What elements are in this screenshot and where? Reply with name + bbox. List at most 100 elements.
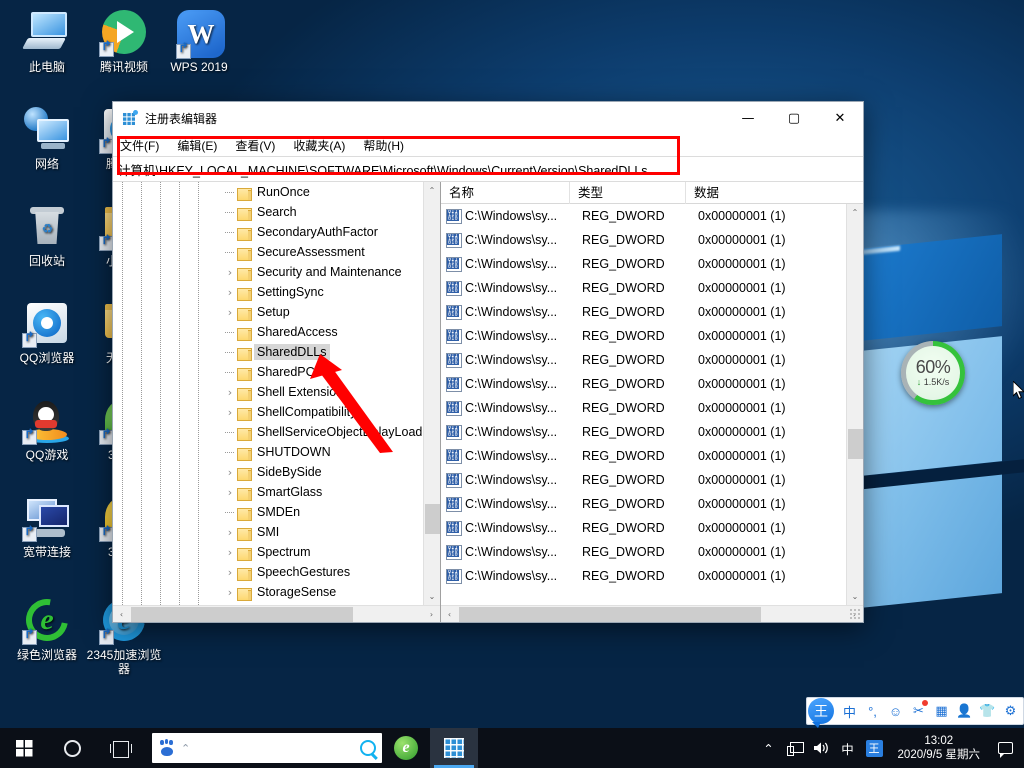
values-hscrollbar-thumb[interactable]: [459, 607, 761, 622]
menu-bar[interactable]: 文件(F) 编辑(E) 查看(V) 收藏夹(A) 帮助(H): [113, 134, 863, 156]
column-header-data[interactable]: 数据: [685, 182, 863, 204]
values-scroll-left-button[interactable]: ‹: [441, 606, 458, 623]
tree-item-smden[interactable]: SMDEn: [113, 502, 440, 522]
ime-floating-toolbar[interactable]: 王 中 °, ☺ ✂ ▦ 👤 👕 ⚙: [806, 697, 1024, 725]
address-bar[interactable]: 计算机\HKEY_LOCAL_MACHINE\SOFTWARE\Microsof…: [113, 156, 863, 182]
desktop-icon-12[interactable]: 宽带连接: [8, 493, 86, 559]
tree-item-shutdown[interactable]: SHUTDOWN: [113, 442, 440, 462]
green-browser-taskbar-button[interactable]: e: [382, 728, 430, 768]
values-list-viewport[interactable]: 011110010C:\Windows\sy...REG_DWORD0x0000…: [441, 204, 863, 605]
search-chevron-icon[interactable]: ⌃: [181, 742, 190, 755]
menu-item-view[interactable]: 查看(V): [235, 135, 284, 156]
window-titlebar[interactable]: 注册表编辑器 — ▢ ✕: [113, 102, 863, 134]
tree-item-speechgestures[interactable]: ›SpeechGestures: [113, 562, 440, 582]
tree-item-sidebyside[interactable]: ›SideBySide: [113, 462, 440, 482]
ime-language-indicator[interactable]: 中: [835, 728, 861, 768]
soft-keyboard-icon[interactable]: ▦: [930, 698, 953, 724]
tree-item-settingsync[interactable]: ›SettingSync: [113, 282, 440, 302]
window-resize-grip[interactable]: [849, 608, 862, 621]
maximize-button[interactable]: ▢: [771, 102, 817, 134]
tree-item-sharedaccess[interactable]: SharedAccess: [113, 322, 440, 342]
task-view-button[interactable]: [96, 728, 144, 768]
table-row[interactable]: 011110010C:\Windows\sy...REG_DWORD0x0000…: [441, 564, 863, 588]
network-button[interactable]: [782, 728, 808, 768]
tree-item-secureassessment[interactable]: SecureAssessment: [113, 242, 440, 262]
menu-item-edit[interactable]: 编辑(E): [177, 135, 226, 156]
emoji-icon[interactable]: ☺: [884, 698, 907, 724]
tree-scroll-right-button[interactable]: ›: [423, 606, 440, 623]
table-row[interactable]: 011110010C:\Windows\sy...REG_DWORD0x0000…: [441, 516, 863, 540]
tree-item-secondaryauthfactor[interactable]: SecondaryAuthFactor: [113, 222, 440, 242]
tree-expander-icon[interactable]: ›: [223, 566, 237, 579]
baidu-search-box[interactable]: ⌃: [152, 733, 382, 763]
tray-overflow-button[interactable]: ⌃: [756, 728, 782, 768]
tree-expander-icon[interactable]: ›: [223, 306, 237, 319]
tree-item-setup[interactable]: ›Setup: [113, 302, 440, 322]
ime-tray-button[interactable]: 王: [861, 728, 888, 768]
punctuation-icon[interactable]: °,: [861, 698, 884, 724]
tree-scroll-up-button[interactable]: ⌃: [424, 182, 440, 199]
table-row[interactable]: 011110010C:\Windows\sy...REG_DWORD0x0000…: [441, 444, 863, 468]
start-button[interactable]: [0, 728, 48, 768]
taskbar[interactable]: ⌃ e ⌃ 中 王 13:02 2020/9/5 星期六: [0, 728, 1024, 768]
menu-item-file[interactable]: 文件(F): [120, 135, 168, 156]
values-scroll-down-button[interactable]: ⌄: [847, 588, 863, 605]
registry-editor-taskbar-button[interactable]: [430, 728, 478, 768]
values-list[interactable]: 011110010C:\Windows\sy...REG_DWORD0x0000…: [441, 204, 863, 588]
clock[interactable]: 13:02 2020/9/5 星期六: [888, 728, 990, 768]
tree-expander-icon[interactable]: ›: [223, 266, 237, 279]
user-account-icon[interactable]: 👤: [953, 698, 976, 724]
desktop-icon-14[interactable]: e绿色浏览器: [8, 596, 86, 662]
tree-item-storagesense[interactable]: ›StorageSense: [113, 582, 440, 602]
table-row[interactable]: 011110010C:\Windows\sy...REG_DWORD0x0000…: [441, 204, 863, 228]
table-row[interactable]: 011110010C:\Windows\sy...REG_DWORD0x0000…: [441, 252, 863, 276]
table-row[interactable]: 011110010C:\Windows\sy...REG_DWORD0x0000…: [441, 276, 863, 300]
desktop-icon-8[interactable]: QQ浏览器: [8, 299, 86, 365]
skin-shirt-icon[interactable]: 👕: [976, 698, 999, 724]
tree-expander-icon[interactable]: ›: [223, 406, 237, 419]
tree-item-shellserviceobjectdelayload[interactable]: ShellServiceObjectDelayLoad: [113, 422, 440, 442]
desktop-icon-3[interactable]: WWPS 2019: [160, 8, 238, 74]
tree-expander-icon[interactable]: ›: [223, 466, 237, 479]
action-center-button[interactable]: [990, 728, 1020, 768]
column-header-name[interactable]: 名称: [441, 182, 569, 204]
table-row[interactable]: 011110010C:\Windows\sy...REG_DWORD0x0000…: [441, 396, 863, 420]
registry-tree-list[interactable]: RunOnceSearchSecondaryAuthFactorSecureAs…: [113, 182, 440, 602]
tree-expander-icon[interactable]: ›: [223, 486, 237, 499]
tree-expander-icon[interactable]: ›: [223, 526, 237, 539]
tree-expander-icon[interactable]: ›: [223, 546, 237, 559]
chinese-mode-icon[interactable]: 中: [838, 698, 861, 724]
column-header-type[interactable]: 类型: [569, 182, 685, 204]
tree-item-shellcompatibility[interactable]: ›ShellCompatibility: [113, 402, 440, 422]
tree-scroll-down-button[interactable]: ⌄: [424, 588, 440, 605]
registry-values-pane[interactable]: 名称 类型 数据 011110010C:\Windows\sy...REG_DW…: [441, 182, 863, 622]
desktop-icon-6[interactable]: ♻回收站: [8, 202, 86, 268]
values-column-headers[interactable]: 名称 类型 数据: [441, 182, 863, 204]
table-row[interactable]: 011110010C:\Windows\sy...REG_DWORD0x0000…: [441, 372, 863, 396]
tree-item-shell-extension[interactable]: ›Shell Extension: [113, 382, 440, 402]
system-tray[interactable]: ⌃ 中 王 13:02 2020/9/5 星期六: [756, 728, 1024, 768]
table-row[interactable]: 011110010C:\Windows\sy...REG_DWORD0x0000…: [441, 420, 863, 444]
tree-item-search[interactable]: Search: [113, 202, 440, 222]
screenshot-scissors-icon[interactable]: ✂: [907, 698, 930, 724]
registry-tree-viewport[interactable]: RunOnceSearchSecondaryAuthFactorSecureAs…: [113, 182, 440, 605]
menu-item-favorites[interactable]: 收藏夹(A): [293, 135, 354, 156]
table-row[interactable]: 011110010C:\Windows\sy...REG_DWORD0x0000…: [441, 228, 863, 252]
desktop-icon-4[interactable]: 网络: [8, 105, 86, 171]
close-button[interactable]: ✕: [817, 102, 863, 134]
menu-item-help[interactable]: 帮助(H): [363, 135, 413, 156]
table-row[interactable]: 011110010C:\Windows\sy...REG_DWORD0x0000…: [441, 324, 863, 348]
values-vertical-scrollbar[interactable]: ⌃ ⌄: [846, 204, 863, 605]
tree-expander-icon[interactable]: ›: [223, 386, 237, 399]
tree-scroll-left-button[interactable]: ‹: [113, 606, 130, 623]
tree-horizontal-scrollbar[interactable]: ‹ ›: [113, 605, 440, 622]
volume-button[interactable]: [808, 728, 835, 768]
table-row[interactable]: 011110010C:\Windows\sy...REG_DWORD0x0000…: [441, 540, 863, 564]
baidu-search-icon[interactable]: [360, 740, 376, 756]
tree-item-spectrum[interactable]: ›Spectrum: [113, 542, 440, 562]
tree-hscrollbar-thumb[interactable]: [131, 607, 353, 622]
desktop-icon-1[interactable]: 此电脑: [8, 8, 86, 74]
tree-item-security-and-maintenance[interactable]: ›Security and Maintenance: [113, 262, 440, 282]
tree-expander-icon[interactable]: ›: [223, 586, 237, 599]
table-row[interactable]: 011110010C:\Windows\sy...REG_DWORD0x0000…: [441, 348, 863, 372]
